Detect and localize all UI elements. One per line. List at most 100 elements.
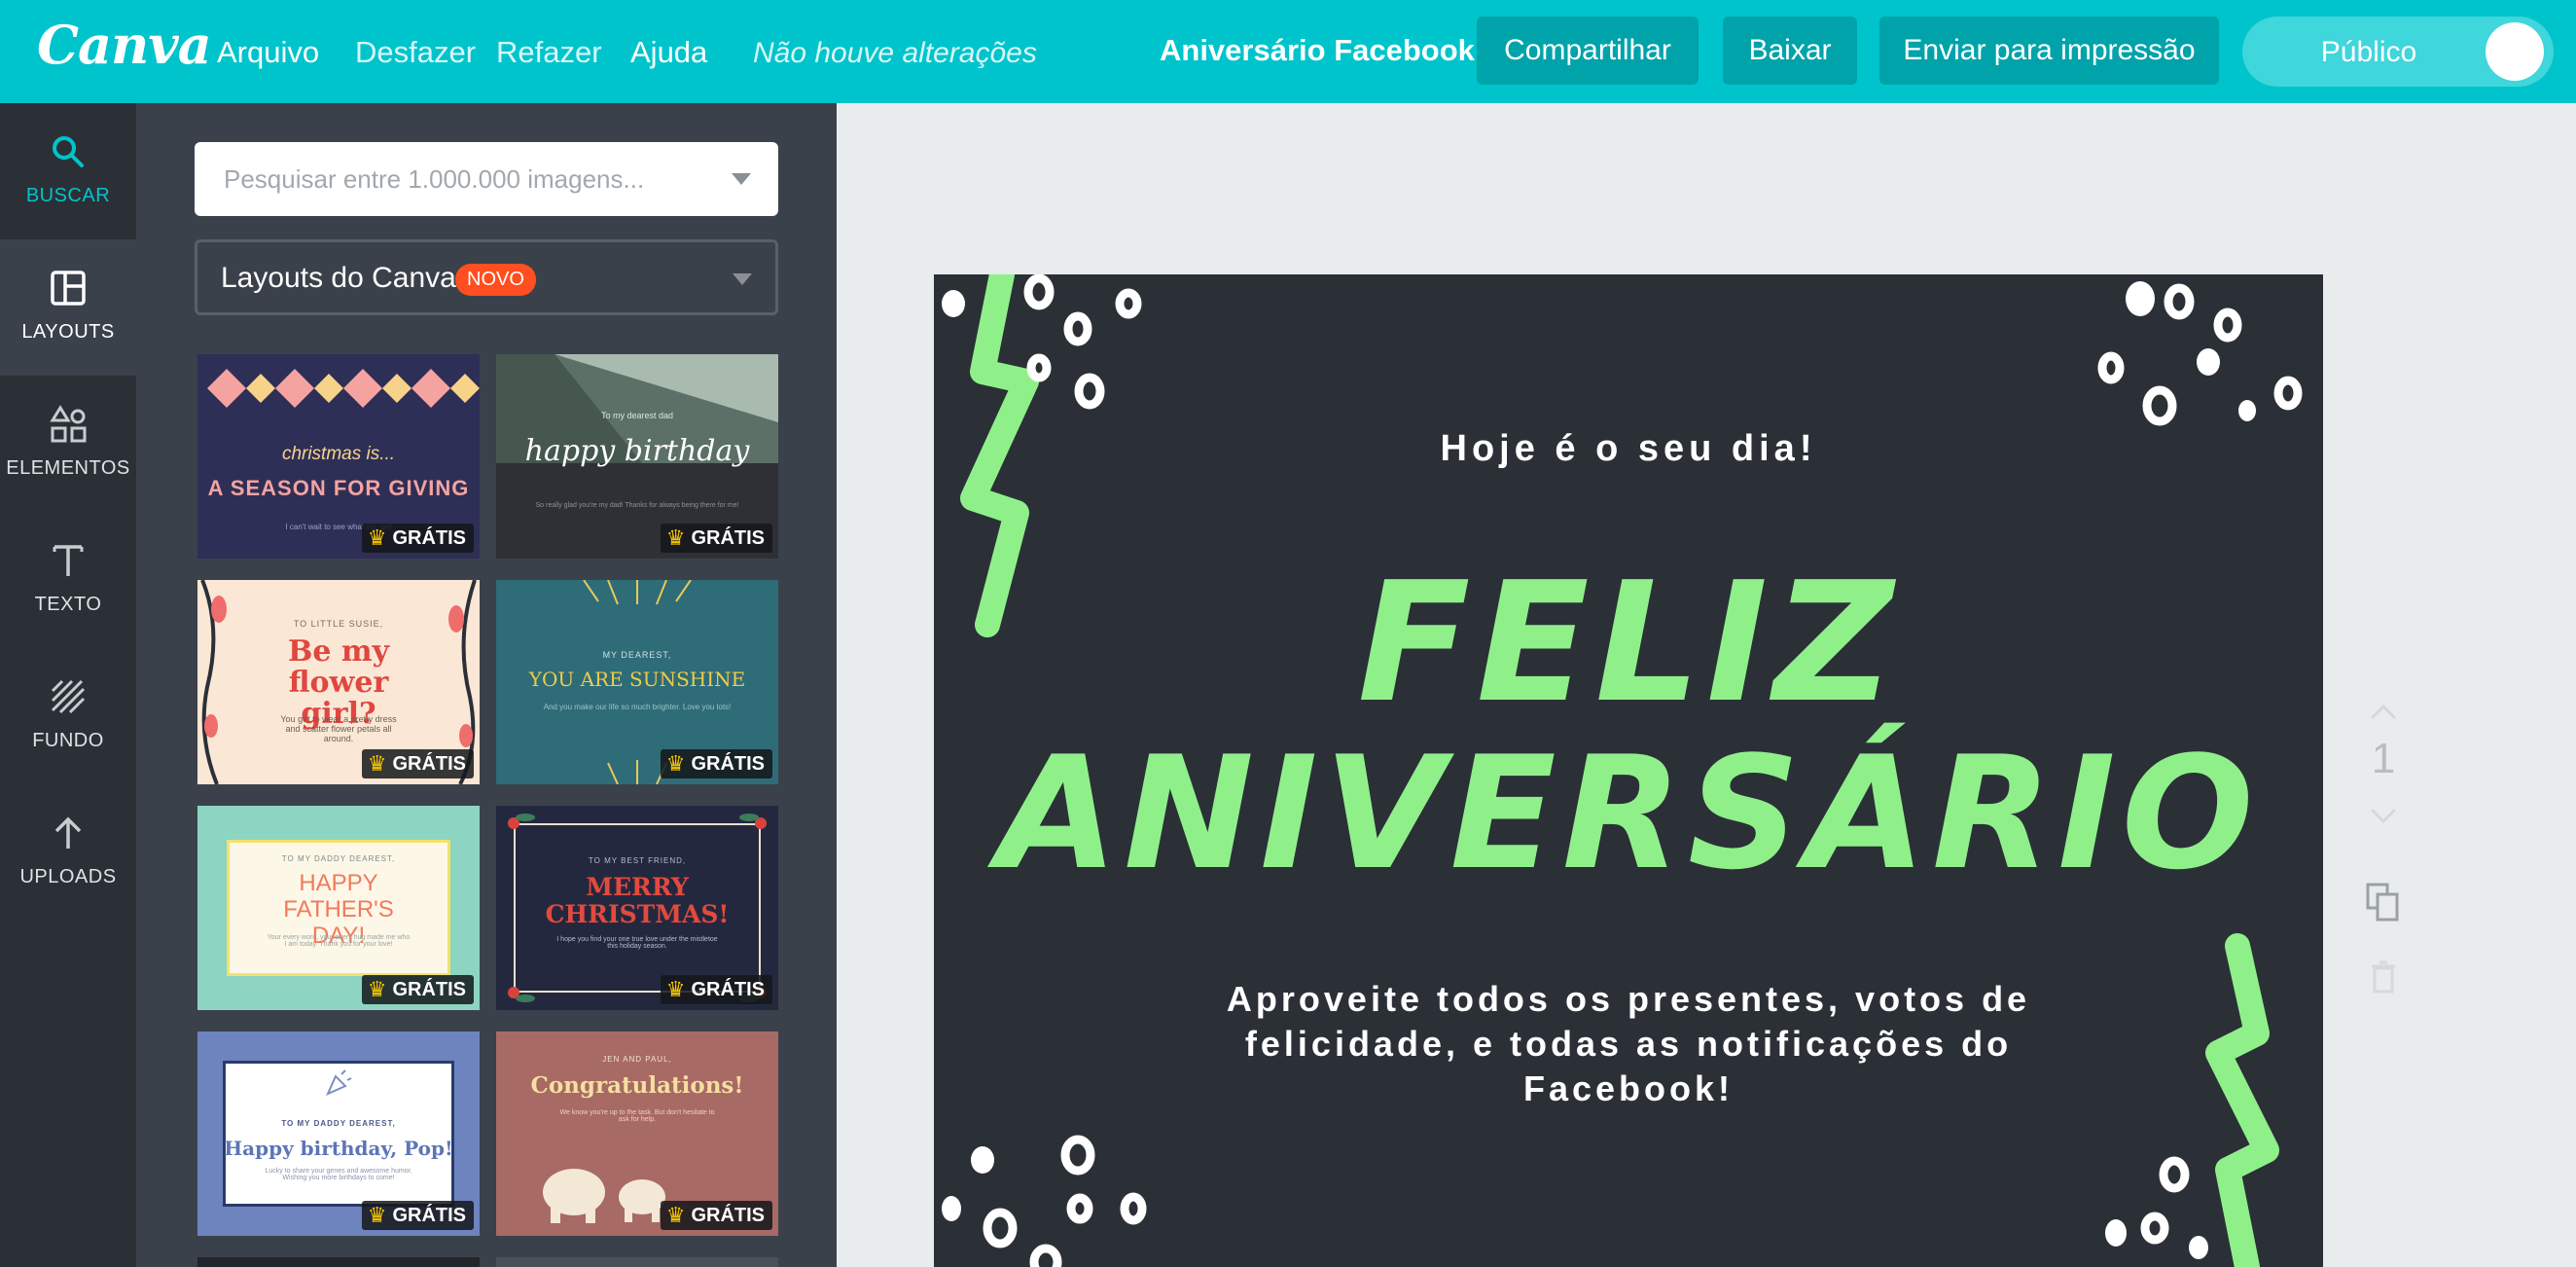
background-icon (51, 679, 86, 714)
crown-icon: ♛ (665, 1203, 686, 1227)
party-popper-icon (326, 1069, 352, 1096)
shapes-icon (50, 405, 87, 443)
layout-thumbnail[interactable]: TO MY DADDY DEAREST, Happy birthday, Pop… (197, 1032, 480, 1236)
free-badge: ♛ GRÁTIS (660, 524, 772, 553)
canva-logo[interactable]: Canva (37, 14, 212, 76)
save-status: Não houve alterações (753, 37, 1037, 69)
layout-thumbnail[interactable]: JEN AND PAUL, Congratulations! We know y… (496, 1032, 778, 1236)
thumbnail-line: TO MY DADDY DEAREST, (281, 854, 396, 863)
crown-icon: ♛ (665, 977, 686, 1001)
design-message[interactable]: Aproveite todos os presentes, votos de f… (1177, 977, 2080, 1111)
rail-label: LAYOUTS (21, 321, 115, 343)
pattern-decoration (207, 369, 480, 408)
layout-thumbnail[interactable]: To my dearest dad happy birthday So real… (496, 354, 778, 559)
chevron-down-icon (733, 273, 752, 285)
page-controls: 1 (2354, 681, 2413, 1012)
design-title-line-1[interactable]: FELIZ (934, 547, 2323, 740)
design-title-line-2[interactable]: ANIVERSÁRIO (934, 722, 2323, 904)
thumbnail-text: So really glad you're my dad! Thanks for… (535, 502, 739, 509)
crown-icon: ♛ (665, 751, 686, 776)
thumbnail-line: TO MY DADDY DEAREST, (281, 1119, 396, 1128)
thumbnail-headline: happy birthday (524, 434, 750, 468)
rail-item-uploads[interactable]: UPLOADS (0, 784, 136, 921)
thumbnail-text: Your every word, your every hug made me … (267, 934, 411, 948)
menu-desfazer[interactable]: Desfazer (355, 35, 476, 70)
thumbnail-line: TO MY BEST FRIEND, (588, 856, 687, 865)
move-page-down-icon[interactable] (2354, 806, 2413, 827)
move-page-up-icon[interactable] (2354, 701, 2413, 722)
print-button[interactable]: Enviar para impressão (1879, 17, 2219, 85)
layout-thumbnail[interactable]: christmas is... A SEASON FOR GIVING I ca… (197, 354, 480, 559)
chevron-down-icon[interactable] (732, 173, 751, 185)
layout-icon (51, 271, 86, 306)
rail-label: UPLOADS (19, 866, 117, 887)
share-button[interactable]: Compartilhar (1477, 17, 1699, 85)
rail-item-fundo[interactable]: FUNDO (0, 648, 136, 784)
elephants-illustration (543, 1169, 665, 1223)
free-badge: ♛ GRÁTIS (660, 749, 772, 778)
free-badge: ♛ GRÁTIS (361, 524, 474, 553)
rail-item-layouts[interactable]: LAYOUTS (0, 239, 136, 376)
visibility-toggle[interactable]: Público (2242, 17, 2554, 87)
thumbnail-line: christmas is... (281, 444, 396, 464)
layout-thumbnail-partial[interactable] (496, 1257, 778, 1267)
thumbnail-line: MY DEAREST, (602, 650, 672, 660)
crown-icon: ♛ (367, 751, 387, 776)
rail-item-elementos[interactable]: ELEMENTOS (0, 376, 136, 512)
layout-thumbnail-partial[interactable] (197, 1257, 480, 1267)
layouts-dropdown[interactable]: Layouts do Canva NOVO (195, 239, 778, 315)
rail-label: FUNDO (32, 730, 104, 751)
menu-refazer[interactable]: Refazer (496, 35, 602, 70)
rail-item-texto[interactable]: TEXTO (0, 512, 136, 648)
layout-thumbnail[interactable]: MY DEAREST, YOU ARE SUNSHINE And you mak… (496, 580, 778, 784)
thumbnail-text: Lucky to share your genes and awesome hu… (265, 1168, 412, 1181)
crown-icon: ♛ (367, 977, 387, 1001)
thumbnail-text: We know you're up to the task. But don't… (559, 1109, 715, 1123)
image-search-box[interactable] (195, 142, 778, 216)
thumbnail-text: And you make our life so much brighter. … (543, 703, 732, 711)
rail-item-buscar[interactable]: BUSCAR (0, 103, 136, 239)
thumbnail-line: To my dearest dad (600, 411, 674, 420)
toggle-knob (2486, 22, 2544, 81)
document-title[interactable]: Aniversário Facebook (1160, 33, 1475, 68)
crown-icon: ♛ (367, 1203, 387, 1227)
layout-thumbnail[interactable]: TO LITTLE SUSIE, Be my flower girl? You … (197, 580, 480, 784)
page-number: 1 (2371, 735, 2396, 782)
design-canvas[interactable]: Hoje é o seu dia! FELIZ ANIVERSÁRIO Apro… (934, 274, 2323, 1267)
crown-icon: ♛ (665, 525, 686, 550)
rail-label: TEXTO (34, 594, 102, 615)
thumbnail-line: JEN AND PAUL, (602, 1055, 672, 1064)
duplicate-page-icon[interactable] (2354, 881, 2413, 923)
layouts-dropdown-label: Layouts do Canva (221, 262, 456, 294)
layouts-panel: Layouts do Canva NOVO christmas is... A … (136, 103, 837, 1267)
menu-ajuda[interactable]: Ajuda (630, 35, 707, 70)
download-button[interactable]: Baixar (1723, 17, 1857, 85)
thumbnail-line: TO LITTLE SUSIE, (293, 619, 384, 629)
thumbnail-headline: MERRY CHRISTMAS! (545, 873, 730, 928)
upload-icon (54, 816, 82, 849)
search-icon (53, 136, 84, 167)
left-rail: BUSCAR LAYOUTS ELEMENTOS TEXTO FUNDO UPL… (0, 103, 136, 1267)
design-subtitle[interactable]: Hoje é o seu dia! (934, 428, 2323, 470)
layout-thumbnail[interactable]: TO MY BEST FRIEND, MERRY CHRISTMAS! I ho… (496, 806, 778, 1010)
thumbnail-text: You get to wear a pretty dress and scatt… (280, 714, 397, 743)
image-search-input[interactable] (195, 142, 720, 216)
free-badge: ♛ GRÁTIS (361, 975, 474, 1004)
crown-icon: ♛ (367, 525, 387, 550)
delete-page-icon[interactable] (2354, 959, 2413, 997)
thumbnail-headline: Happy birthday, Pop! (224, 1137, 453, 1160)
thumbnail-headline: YOU ARE SUNSHINE (528, 668, 746, 691)
new-badge: NOVO (455, 264, 536, 296)
menu-arquivo[interactable]: Arquivo (217, 35, 319, 70)
rail-label: ELEMENTOS (6, 457, 130, 479)
rail-label: BUSCAR (25, 185, 111, 206)
visibility-label: Público (2320, 36, 2417, 68)
top-bar: Canva Arquivo Desfazer Refazer Ajuda Não… (0, 0, 2576, 103)
thumbnail-text: I hope you find your one true love under… (556, 936, 718, 950)
thumbnail-headline: Congratulations! (530, 1072, 744, 1099)
free-badge: ♛ GRÁTIS (361, 749, 474, 778)
free-badge: ♛ GRÁTIS (660, 1201, 772, 1230)
free-badge: ♛ GRÁTIS (660, 975, 772, 1004)
layout-thumbnail[interactable]: TO MY DADDY DEAREST, HAPPY FATHER'S DAY!… (197, 806, 480, 1010)
free-badge: ♛ GRÁTIS (361, 1201, 474, 1230)
